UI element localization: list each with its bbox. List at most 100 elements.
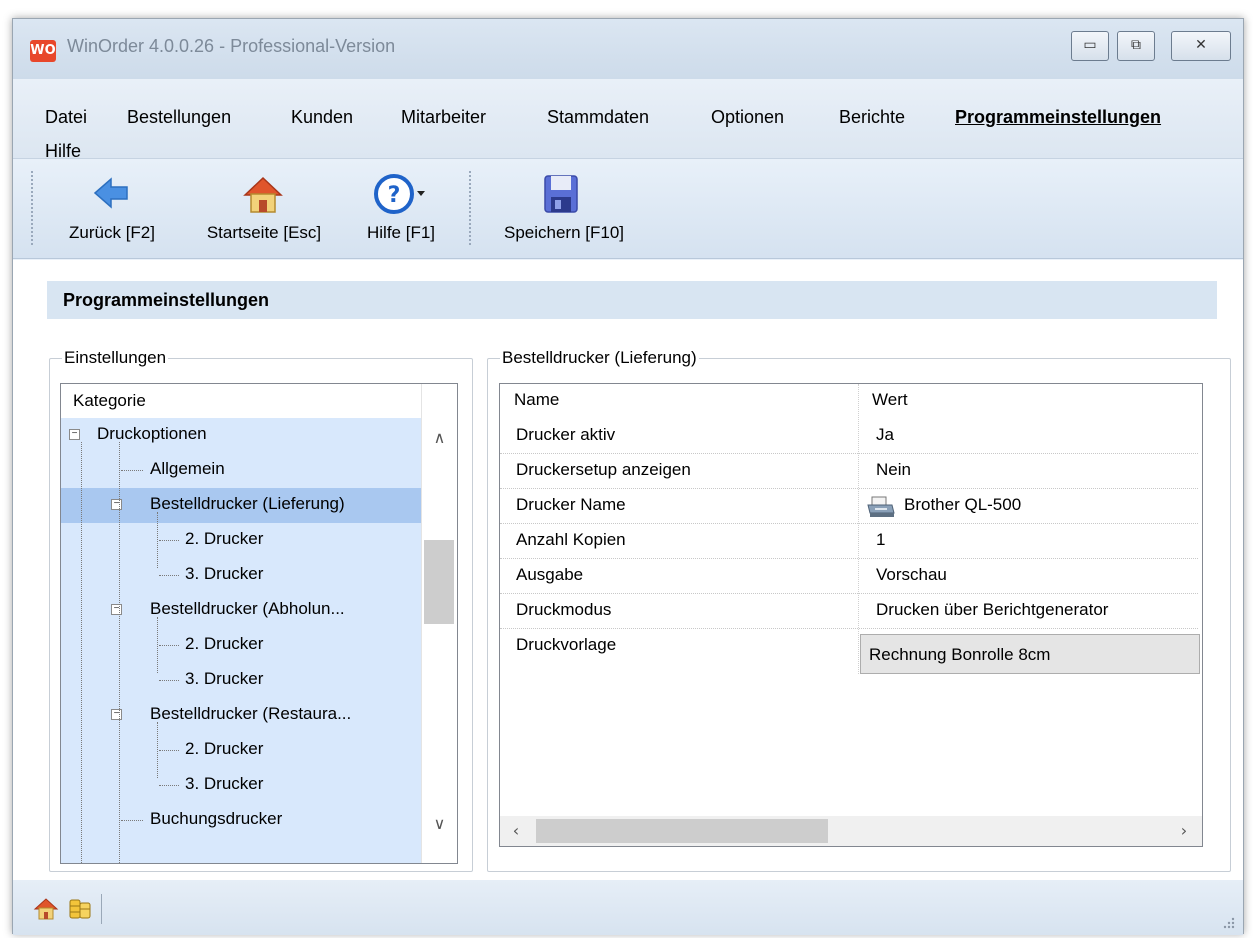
grid-horizontal-scrollbar[interactable]: ‹ ›	[500, 816, 1202, 846]
tree-line	[121, 820, 143, 821]
scroll-thumb[interactable]	[536, 819, 828, 843]
tree-item-bestelldrucker-abholung[interactable]: − Bestelldrucker (Abholun...	[61, 593, 421, 628]
tree-item-bestelldrucker-restaurant[interactable]: − Bestelldrucker (Restaura...	[61, 698, 421, 733]
scroll-down-icon[interactable]: ∨	[422, 814, 457, 833]
back-button[interactable]: Zurück [F2]	[47, 165, 177, 253]
column-header-value: Wert	[872, 390, 908, 409]
property-name: Druckmodus	[516, 600, 612, 619]
tree-item-label: 3. Drucker	[185, 774, 264, 793]
toolbar-separator	[469, 171, 471, 245]
svg-text:?: ?	[388, 183, 401, 208]
menu-kunden[interactable]: Kunden	[291, 107, 353, 128]
menu-berichte[interactable]: Berichte	[839, 107, 905, 128]
property-value[interactable]: Drucken über Berichtgenerator	[876, 600, 1108, 620]
app-window: WO WinOrder 4.0.0.26 - Professional-Vers…	[12, 18, 1244, 935]
collapse-icon[interactable]: −	[111, 499, 122, 510]
druckvorlage-combo[interactable]: Rechnung Bonrolle 8cm	[860, 634, 1200, 674]
tree-item-label: Bestelldrucker (Restaura...	[150, 704, 352, 723]
scroll-up-icon[interactable]: ∧	[422, 428, 457, 447]
tree-item-allgemein[interactable]: Allgemein	[61, 453, 421, 488]
menu-programmeinstellungen[interactable]: Programmeinstellungen	[955, 107, 1161, 128]
tree-item-3-drucker[interactable]: 3. Drucker	[61, 768, 421, 803]
save-button-label: Speichern [F10]	[503, 223, 624, 242]
title-bar: WO WinOrder 4.0.0.26 - Professional-Vers…	[13, 19, 1243, 79]
toolbar: Zurück [F2] Startseite [Esc] ? Hilfe [F1…	[13, 159, 1243, 259]
content-area: Programmeinstellungen Einstellungen Kate…	[13, 260, 1243, 880]
menu-bestellungen[interactable]: Bestellungen	[127, 107, 231, 128]
scroll-thumb[interactable]	[424, 540, 454, 624]
collapse-icon[interactable]: −	[111, 709, 122, 720]
help-button-label: Hilfe [F1]	[366, 223, 436, 242]
tree-item-3-drucker[interactable]: 3. Drucker	[61, 558, 421, 593]
tree-line	[159, 785, 179, 786]
property-row[interactable]: Drucker aktiv Ja	[500, 419, 1198, 454]
tree-item-label: 3. Drucker	[185, 669, 264, 688]
tree-item-label: 2. Drucker	[185, 529, 264, 548]
back-button-label: Zurück [F2]	[69, 223, 155, 242]
database-icon[interactable]	[67, 897, 93, 921]
property-value[interactable]: Nein	[876, 460, 911, 480]
property-row[interactable]: Anzahl Kopien 1	[500, 524, 1198, 559]
tree-item-2-drucker[interactable]: 2. Drucker	[61, 628, 421, 663]
grid-header: Name Wert	[500, 384, 1198, 419]
property-row[interactable]: Druckmodus Drucken über Berichtgenerator	[500, 594, 1198, 629]
menu-optionen[interactable]: Optionen	[711, 107, 784, 128]
help-button[interactable]: ? Hilfe [F1]	[351, 165, 451, 253]
toolbar-grip[interactable]	[31, 171, 33, 245]
scroll-right-icon[interactable]: ›	[1174, 821, 1194, 840]
tree-item-buchungsdrucker[interactable]: Buchungsdrucker	[61, 803, 421, 863]
tree-item-label: Allgemein	[150, 459, 225, 478]
tree-item-label: Bestelldrucker (Abholun...	[150, 599, 345, 618]
property-value[interactable]: Vorschau	[876, 565, 947, 585]
tree-item-3-drucker[interactable]: 3. Drucker	[61, 663, 421, 698]
property-row[interactable]: Ausgabe Vorschau	[500, 559, 1198, 594]
menu-stammdaten[interactable]: Stammdaten	[547, 107, 649, 128]
scroll-left-icon[interactable]: ‹	[506, 821, 526, 840]
collapse-icon[interactable]: −	[111, 604, 122, 615]
tree-vertical-scrollbar[interactable]: ∧ ∨	[421, 384, 457, 863]
column-header-name: Name	[514, 390, 560, 409]
minimize-button[interactable]: ▭	[1071, 31, 1109, 61]
property-value[interactable]: Ja	[876, 425, 894, 445]
tree-line	[81, 442, 82, 863]
tree-line	[159, 680, 179, 681]
save-button[interactable]: Speichern [F10]	[483, 165, 645, 253]
property-row[interactable]: Druckersetup anzeigen Nein	[500, 454, 1198, 489]
menu-datei[interactable]: Datei	[45, 107, 87, 128]
tree-line	[121, 470, 143, 471]
property-row[interactable]: Drucker Name Brother QL-500	[500, 489, 1198, 524]
property-value[interactable]: Brother QL-500	[904, 495, 1021, 515]
property-name: Drucker aktiv	[516, 425, 616, 444]
status-separator	[101, 894, 102, 924]
menu-bar: Datei Bestellungen Kunden Mitarbeiter St…	[13, 79, 1243, 161]
collapse-icon[interactable]: −	[69, 429, 80, 440]
tree-item-label: Druckoptionen	[97, 424, 207, 443]
settings-group-legend: Einstellungen	[64, 348, 167, 367]
resize-grip-icon[interactable]	[1221, 915, 1235, 929]
property-grid[interactable]: Name Wert Drucker aktiv Ja Druckersetup …	[499, 383, 1203, 847]
close-button[interactable]: ✕	[1171, 31, 1231, 61]
tree-item-2-drucker[interactable]: 2. Drucker	[61, 523, 421, 558]
tree-item-bestelldrucker-lieferung[interactable]: − Bestelldrucker (Lieferung)	[61, 488, 421, 523]
property-name: Druckersetup anzeigen	[516, 460, 691, 479]
back-arrow-icon	[93, 177, 128, 209]
tree-item-druckoptionen[interactable]: − Druckoptionen	[61, 418, 421, 453]
property-name: Druckvorlage	[516, 635, 617, 654]
home-button[interactable]: Startseite [Esc]	[185, 165, 343, 253]
home-icon[interactable]	[33, 897, 59, 921]
home-icon	[243, 176, 283, 213]
help-icon: ?	[374, 174, 425, 214]
properties-group-legend: Bestelldrucker (Lieferung)	[502, 348, 697, 367]
tree-line	[159, 540, 179, 541]
category-tree[interactable]: Kategorie − Druckoptionen Allgemein − Be…	[60, 383, 458, 864]
property-value[interactable]: 1	[876, 530, 885, 550]
status-bar	[13, 880, 1243, 935]
home-button-label: Startseite [Esc]	[206, 223, 322, 242]
tree-line	[159, 575, 179, 576]
maximize-button[interactable]: ⧉	[1117, 31, 1155, 61]
page-title: Programmeinstellungen	[47, 281, 1217, 319]
tree-item-2-drucker[interactable]: 2. Drucker	[61, 733, 421, 768]
property-name: Drucker Name	[516, 495, 626, 514]
tree-item-label: 3. Drucker	[185, 564, 264, 583]
menu-mitarbeiter[interactable]: Mitarbeiter	[401, 107, 486, 128]
